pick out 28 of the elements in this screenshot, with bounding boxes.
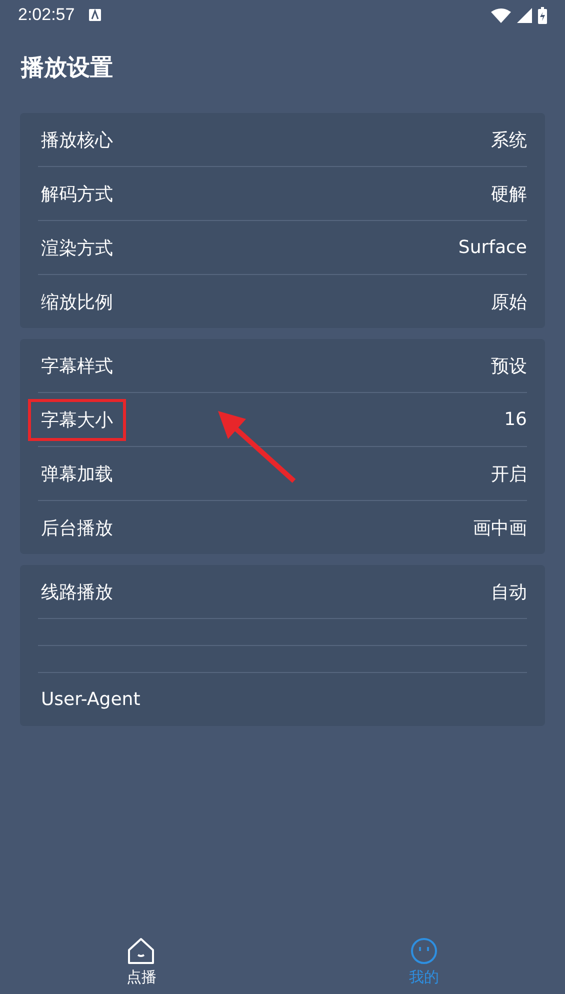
battery-icon: [538, 6, 547, 24]
status-time: 2:02:57: [18, 5, 75, 25]
setting-value: 画中画: [473, 516, 527, 540]
setting-value: 16: [504, 409, 527, 430]
smiley-icon: [408, 936, 439, 966]
setting-value: 开启: [491, 462, 527, 486]
setting-value: 系统: [491, 128, 527, 152]
home-icon: [126, 936, 156, 966]
highlighted-setting-label[interactable]: 字幕大小: [28, 398, 126, 440]
signal-icon: [517, 8, 532, 22]
setting-label[interactable]: 缩放比例: [28, 280, 126, 322]
nav-tab[interactable]: 点播: [0, 936, 282, 994]
setting-label[interactable]: 解码方式: [28, 172, 126, 214]
setting-label[interactable]: 线路播放: [28, 570, 126, 612]
wifi-icon: [491, 8, 511, 22]
setting-label[interactable]: 渲染方式: [28, 226, 126, 268]
setting-value: 硬解: [491, 182, 527, 206]
setting-label[interactable]: User-Agent: [28, 680, 154, 719]
page-title: 播放设置: [21, 54, 114, 83]
notification-icon: [88, 9, 101, 21]
setting-value: 自动: [491, 580, 527, 604]
setting-value: Surface: [458, 237, 527, 258]
setting-value: 预设: [491, 354, 527, 378]
setting-label[interactable]: 弹幕加载: [28, 452, 126, 494]
setting-label[interactable]: 播放核心: [28, 118, 126, 160]
setting-value: 原始: [491, 290, 527, 314]
setting-label[interactable]: 字幕样式: [28, 344, 126, 386]
setting-label[interactable]: 后台播放: [28, 506, 126, 548]
